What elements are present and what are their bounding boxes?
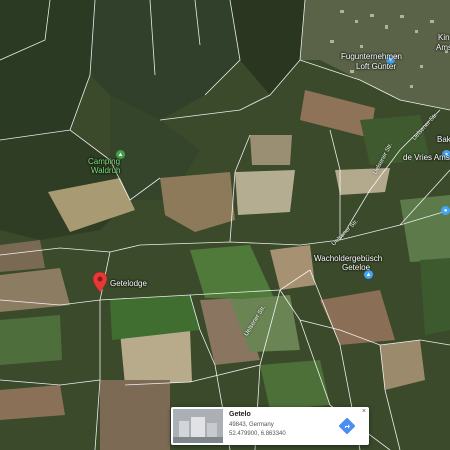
field (420, 258, 450, 335)
close-button[interactable]: × (362, 408, 366, 415)
place-label-ams[interactable]: Ams (436, 43, 450, 52)
place-label-bak[interactable]: Bak (437, 135, 450, 144)
field (0, 315, 62, 365)
field (250, 135, 292, 165)
place-label-loft-gunter[interactable]: Loft Günter (356, 62, 396, 71)
place-label-fugunternehmen[interactable]: Fugunternehmen (341, 52, 402, 61)
location-info-card[interactable]: Getelo 49843, Germany 52.479900, 6.86334… (171, 407, 369, 445)
field (120, 330, 192, 385)
place-label-camping[interactable]: Camping (88, 157, 120, 166)
blue-poi-icon[interactable]: ● (441, 206, 450, 215)
field (0, 385, 65, 420)
place-label-waldruh[interactable]: Waldruh (91, 166, 121, 175)
location-coordinates: 52.479900, 6.863340 (229, 431, 286, 437)
place-label-kin[interactable]: Kin (438, 33, 450, 42)
directions-icon[interactable] (339, 418, 355, 434)
location-address: 49843, Germany (229, 422, 274, 428)
field (0, 268, 70, 312)
location-thumbnail[interactable] (173, 409, 223, 443)
place-label-de-vries[interactable]: de Vries Ams (403, 153, 450, 162)
field (100, 380, 170, 450)
place-label-getelodge[interactable]: Getelodge (110, 279, 147, 288)
field (335, 168, 390, 195)
location-pin-icon[interactable] (93, 272, 107, 292)
location-title: Getelo (229, 411, 251, 418)
place-label-wacholdergebusch[interactable]: Wacholdergebüsch (314, 254, 382, 263)
field (235, 170, 295, 215)
place-label-geteloe[interactable]: Geteloe (342, 263, 370, 272)
field (0, 240, 45, 272)
field (260, 360, 330, 410)
